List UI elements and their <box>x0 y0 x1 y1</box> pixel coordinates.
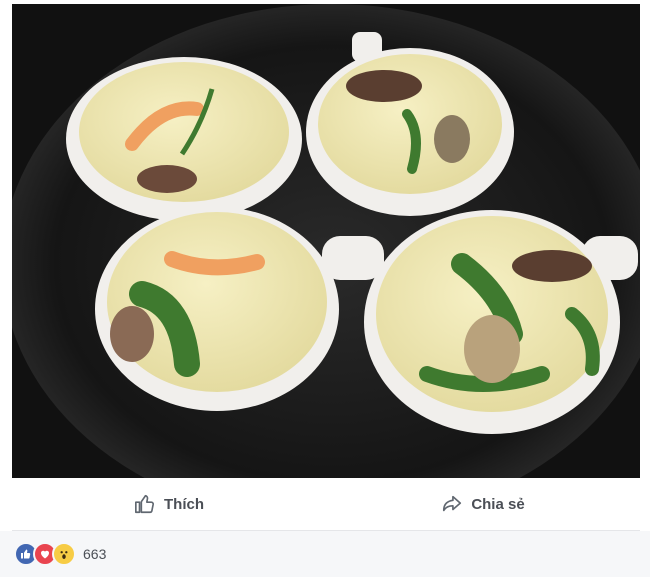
post-photo[interactable] <box>12 4 640 478</box>
share-arrow-icon <box>441 493 463 515</box>
reaction-count[interactable]: 663 <box>83 546 106 562</box>
thumbs-up-icon <box>134 493 156 515</box>
like-button[interactable]: Thích <box>12 493 326 515</box>
food-photo-illustration <box>12 4 640 478</box>
post-action-bar: Thích Chia sẻ <box>12 478 640 531</box>
share-button[interactable]: Chia sẻ <box>326 493 640 515</box>
wow-reaction-icon <box>52 542 76 566</box>
ramekin-top-left <box>66 57 302 221</box>
share-label: Chia sẻ <box>471 495 525 513</box>
reaction-icons <box>14 542 76 566</box>
reactions-summary[interactable]: 663 <box>0 531 650 577</box>
like-label: Thích <box>164 495 204 513</box>
